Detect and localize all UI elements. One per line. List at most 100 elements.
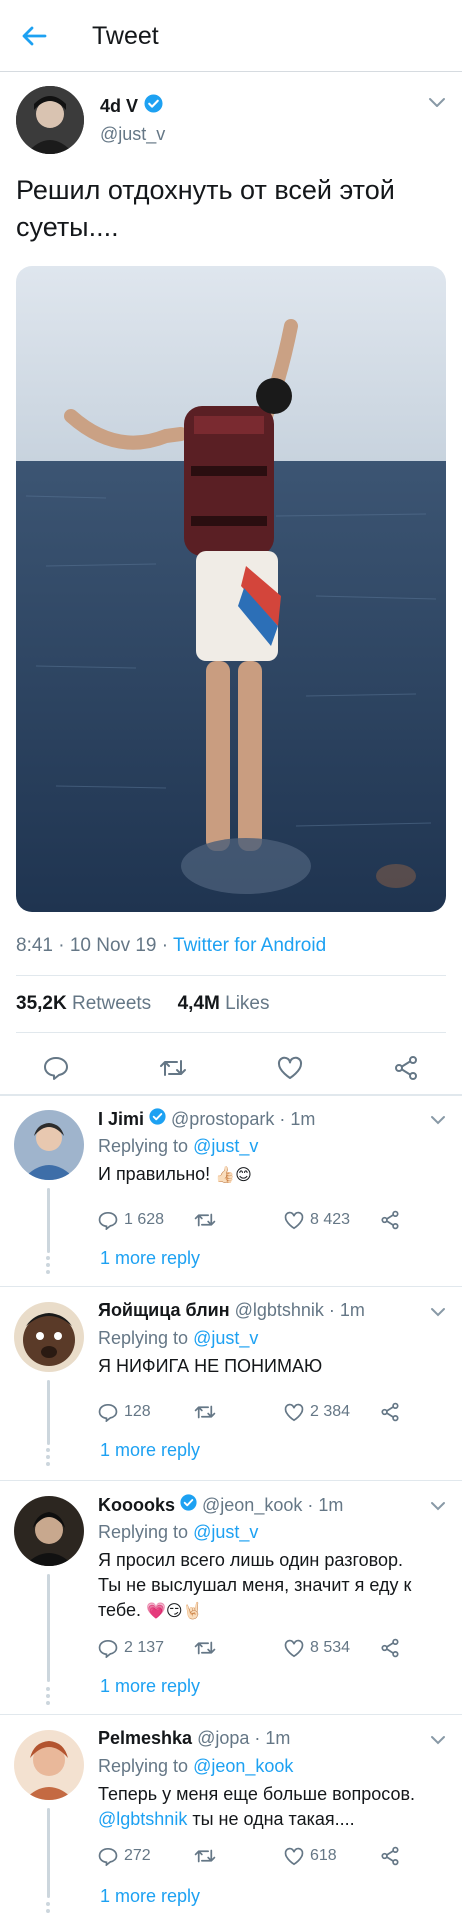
tweet-media[interactable]: [16, 266, 446, 912]
reply-count: 1 628: [124, 1211, 165, 1228]
reply-count: 128: [124, 1403, 151, 1420]
reply-item[interactable]: Яойщица блин @lgbtshnik · 1m Replying to…: [0, 1288, 462, 1480]
replying-label: Replying to: [98, 1136, 189, 1156]
share-icon[interactable]: [380, 1398, 400, 1426]
tweet-stats: 35,2K Retweets 4,4M Likes: [16, 993, 269, 1015]
replying-to: Replying to @just_v: [98, 1328, 258, 1349]
reply-author-name[interactable]: I Jimi: [98, 1109, 144, 1130]
retweets-label: Retweets: [71, 993, 152, 1014]
reply-author-name[interactable]: Kooooks: [98, 1495, 175, 1516]
replying-to-handle[interactable]: @just_v: [193, 1328, 258, 1348]
chevron-down-icon[interactable]: [430, 1498, 446, 1516]
verified-badge-icon: [180, 1494, 197, 1516]
reply-mention[interactable]: @lgbtshnik: [98, 1809, 187, 1829]
reply-item[interactable]: Pelmeshka @jopa · 1m Replying to @jeon_k…: [0, 1716, 462, 1920]
like-icon[interactable]: 618: [284, 1842, 337, 1870]
retweets-stat[interactable]: 35,2K Retweets: [16, 993, 151, 1014]
chevron-down-icon[interactable]: [430, 1732, 446, 1750]
reply-reply-button[interactable]: 1 628: [98, 1206, 164, 1234]
likes-count: 4,4M: [177, 993, 220, 1014]
share-icon[interactable]: [388, 1050, 424, 1086]
author-name[interactable]: 4d V: [100, 96, 138, 117]
more-replies-link[interactable]: 1 more reply: [100, 1248, 200, 1269]
divider: [16, 975, 446, 976]
retweet-icon[interactable]: [155, 1050, 191, 1086]
media-photo: [16, 266, 446, 912]
reply-reply-button[interactable]: 128: [98, 1398, 151, 1426]
thread-line: [47, 1188, 50, 1253]
retweet-icon[interactable]: [194, 1398, 222, 1426]
author-handle[interactable]: @just_v: [100, 124, 165, 145]
like-icon[interactable]: [272, 1050, 308, 1086]
divider: [0, 1714, 462, 1715]
author-name-row[interactable]: 4d V: [100, 94, 163, 118]
thread-dots: [46, 1448, 51, 1469]
reply-handle[interactable]: @lgbtshnik · 1m: [235, 1300, 365, 1321]
reply-text-line: Ты не выслушал меня, значит я еду к: [98, 1575, 412, 1595]
more-replies-link[interactable]: 1 more reply: [100, 1886, 200, 1907]
reply-handle[interactable]: @jopa · 1m: [197, 1728, 290, 1749]
tweet-source-link[interactable]: Twitter for Android: [173, 935, 326, 956]
back-arrow-icon[interactable]: [16, 18, 52, 54]
replying-label: Replying to: [98, 1522, 189, 1542]
verified-badge-icon: [144, 94, 163, 118]
share-icon[interactable]: [380, 1206, 400, 1234]
reply-text: Я НИФИГА НЕ ПОНИМАЮ: [98, 1356, 323, 1376]
like-count: 8 423: [310, 1211, 351, 1228]
tweet-text: Решил отдохнуть от всей этой суеты....: [16, 175, 395, 242]
reply-text-line: Я просил всего лишь один разговор.: [98, 1550, 404, 1570]
replying-to-handle[interactable]: @just_v: [193, 1522, 258, 1542]
reply-actions: 272 618: [98, 1842, 438, 1870]
reply-text-content: И правильно!: [98, 1164, 211, 1184]
reply-author-name[interactable]: Pelmeshka: [98, 1728, 192, 1749]
divider: [0, 1286, 462, 1287]
more-replies-link[interactable]: 1 more reply: [100, 1676, 200, 1697]
chevron-down-icon[interactable]: [430, 1304, 446, 1322]
likes-stat[interactable]: 4,4M Likes: [178, 993, 270, 1014]
retweet-icon[interactable]: [194, 1842, 222, 1870]
page-title: Tweet: [92, 22, 159, 50]
reply-avatar[interactable]: [14, 1302, 84, 1372]
tweet-author: 4d V @just_v: [16, 86, 446, 158]
reply-author-name[interactable]: Яойщица блин: [98, 1300, 230, 1321]
reply-text-content: ты не одна такая....: [187, 1809, 355, 1829]
like-icon[interactable]: 2 384: [284, 1398, 350, 1426]
reply-count: 272: [124, 1847, 151, 1864]
reply-header: I Jimi @prostopark · 1m: [98, 1108, 315, 1130]
reply-handle[interactable]: @prostopark · 1m: [171, 1109, 315, 1130]
more-replies-link[interactable]: 1 more reply: [100, 1440, 200, 1461]
thread-line: [47, 1574, 50, 1682]
reply-avatar[interactable]: [14, 1110, 84, 1180]
tweet-timestamp: 8:41 · 10 Nov 19 · Twitter for Android: [16, 935, 326, 957]
reply-reply-button[interactable]: 272: [98, 1842, 151, 1870]
retweets-count: 35,2K: [16, 993, 67, 1014]
reply-item[interactable]: Kooooks @jeon_kook · 1m Replying to @jus…: [0, 1482, 462, 1714]
reply-reply-button[interactable]: 2 137: [98, 1634, 164, 1662]
verified-badge-icon: [149, 1108, 166, 1130]
reply-emoji: 👍🏻😊: [215, 1165, 252, 1184]
replying-to-handle[interactable]: @jeon_kook: [193, 1756, 293, 1776]
retweet-icon[interactable]: [194, 1634, 222, 1662]
divider: [0, 1480, 462, 1481]
retweet-icon[interactable]: [194, 1206, 222, 1234]
reply-item[interactable]: I Jimi @prostopark · 1m Replying to @jus…: [0, 1096, 462, 1286]
reply-avatar[interactable]: [14, 1730, 84, 1800]
divider: [16, 1032, 446, 1033]
chevron-down-icon[interactable]: [430, 1112, 446, 1130]
share-icon[interactable]: [380, 1634, 400, 1662]
replying-label: Replying to: [98, 1756, 189, 1776]
chevron-down-icon[interactable]: [428, 96, 446, 114]
author-avatar[interactable]: [16, 86, 84, 154]
reply-avatar[interactable]: [14, 1496, 84, 1566]
replying-to: Replying to @just_v: [98, 1522, 258, 1543]
like-icon[interactable]: 8 534: [284, 1634, 350, 1662]
like-icon[interactable]: 8 423: [284, 1206, 350, 1234]
reply-text-line: Теперь у меня еще больше вопросов.: [98, 1784, 416, 1804]
share-icon[interactable]: [380, 1842, 400, 1870]
reply-handle[interactable]: @jeon_kook · 1m: [202, 1495, 343, 1516]
likes-label: Likes: [225, 993, 270, 1014]
reply-icon[interactable]: [38, 1050, 74, 1086]
replying-to-handle[interactable]: @just_v: [193, 1136, 258, 1156]
replying-to: Replying to @just_v: [98, 1136, 258, 1157]
tweet-time: 8:41 · 10 Nov 19 ·: [16, 935, 174, 956]
